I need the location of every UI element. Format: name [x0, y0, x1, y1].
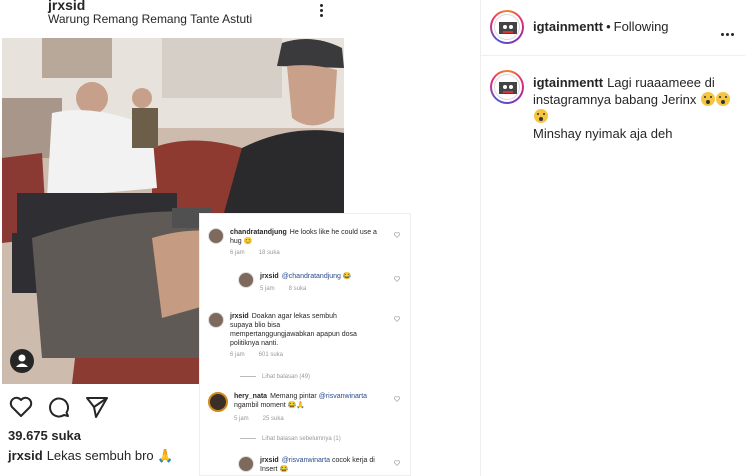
- comment-user[interactable]: jrxsid: [260, 457, 279, 464]
- comment-time: 6 jam: [230, 352, 245, 358]
- post-caption: jrxsid Lekas sembuh bro 🙏: [8, 448, 173, 464]
- comment-mention[interactable]: @risvanwinarta: [319, 393, 367, 400]
- comment-likes: 18 suka: [258, 250, 280, 256]
- avatar[interactable]: [490, 70, 524, 104]
- heart-icon[interactable]: [394, 316, 400, 322]
- more-vertical-icon[interactable]: [314, 2, 328, 20]
- caption-user[interactable]: jrxsid: [8, 448, 43, 463]
- heart-icon[interactable]: [394, 460, 400, 466]
- header-username[interactable]: igtainmentt: [533, 19, 603, 34]
- comment-user[interactable]: jrxsid: [260, 273, 279, 280]
- embedded-post-header: jrxsid Warung Remang Remang Tante Astuti: [0, 0, 480, 36]
- post-caption: igtainmentt Lagi ruaaameee di instagramny…: [533, 74, 733, 142]
- separator: •: [606, 19, 611, 34]
- scream-emoji-icon: [715, 92, 730, 106]
- likes-count[interactable]: 39.675 suka: [8, 428, 81, 443]
- post-actions: [8, 394, 128, 420]
- comment-text-2: ngambil moment 😂🙏: [234, 402, 306, 409]
- comment-text: Doakan agar lekas sembuh supaya blio bis…: [230, 313, 357, 347]
- following-button[interactable]: Following: [614, 19, 669, 34]
- post-header: igtainmentt • Following: [481, 0, 745, 56]
- avatar: [208, 312, 224, 328]
- caption-text-2: Minshay nyimak aja deh: [533, 126, 673, 141]
- comment-icon[interactable]: [46, 394, 72, 420]
- comment-text: Memang pintar: [270, 393, 317, 400]
- view-replies-link[interactable]: Lihat balasan (49): [240, 374, 310, 380]
- comments-overlay: chandratandjung He looks like he could us…: [199, 213, 411, 476]
- avatar: [208, 392, 228, 412]
- heart-icon[interactable]: [8, 394, 34, 420]
- comment-user[interactable]: chandratandjung: [230, 229, 287, 236]
- heart-icon[interactable]: [394, 396, 400, 402]
- avatar: [238, 272, 254, 288]
- more-horizontal-icon[interactable]: [721, 23, 739, 36]
- comment-user[interactable]: hery_nata: [234, 393, 267, 400]
- scream-emoji-icon: [700, 92, 715, 106]
- scream-emoji-icon: [534, 109, 548, 123]
- view-replies-link[interactable]: Lihat balasan sebelumnya (1): [240, 436, 341, 442]
- person-tag-icon[interactable]: [10, 349, 34, 373]
- embedded-location: Warung Remang Remang Tante Astuti: [48, 12, 253, 26]
- comment-mention[interactable]: @chandratandjung: [282, 273, 341, 280]
- comment-likes: 601 suka: [258, 352, 284, 358]
- comment-time: 5 jam: [234, 416, 249, 422]
- comment-time: 5 jam: [260, 286, 275, 292]
- embedded-screenshot: jrxsid Warung Remang Remang Tante Astuti: [0, 0, 480, 476]
- comment-text: 😂: [342, 273, 352, 280]
- comment-user[interactable]: jrxsid: [230, 313, 249, 320]
- comment-likes: 8 suka: [288, 286, 307, 292]
- heart-icon[interactable]: [394, 276, 400, 282]
- caption-text: Lekas sembuh bro 🙏: [46, 448, 174, 463]
- comment-mention[interactable]: @risvanwinarta: [282, 457, 330, 464]
- comment-likes: 25 suka: [262, 416, 284, 422]
- share-icon[interactable]: [84, 394, 110, 420]
- avatar[interactable]: [490, 10, 524, 44]
- side-panel: igtainmentt • Following igtainmentt Lagi ru…: [481, 0, 745, 476]
- caption-username[interactable]: igtainmentt: [533, 75, 603, 90]
- avatar: [208, 228, 224, 244]
- avatar: [238, 456, 254, 472]
- heart-icon[interactable]: [394, 232, 400, 238]
- comment-time: 6 jam: [230, 250, 245, 256]
